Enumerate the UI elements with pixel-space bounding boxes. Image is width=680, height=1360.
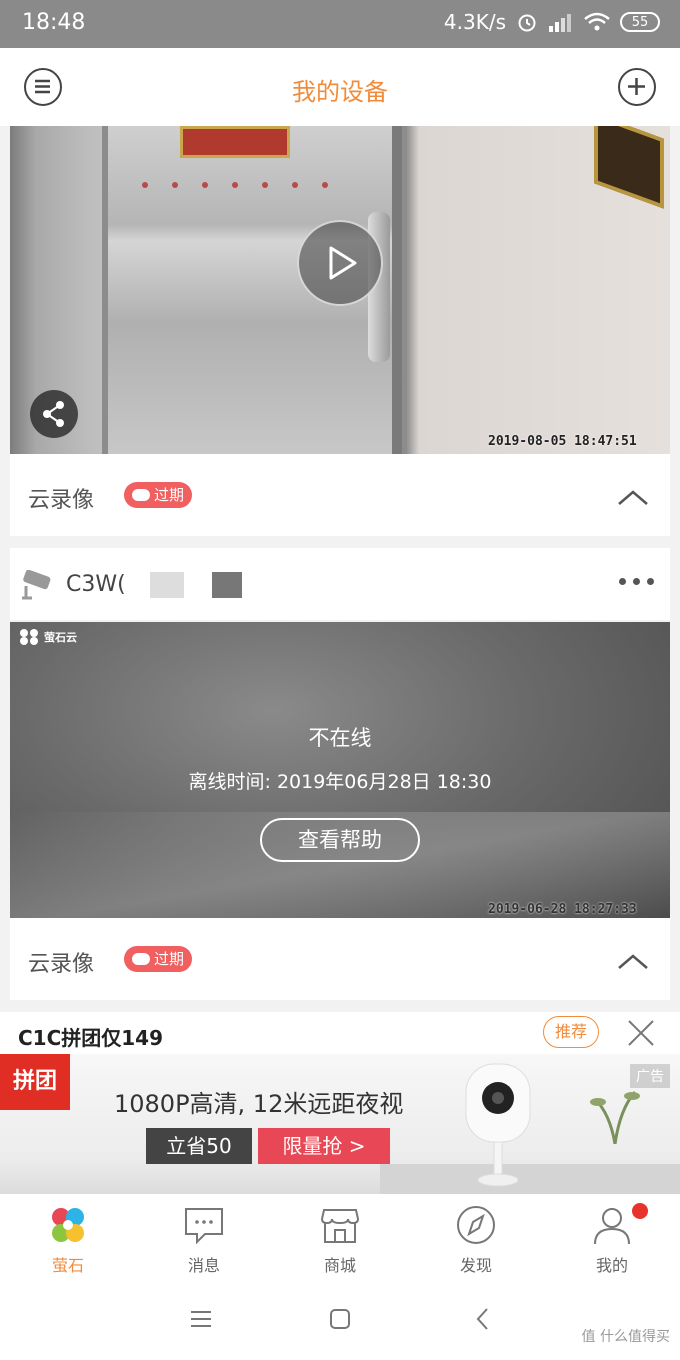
wifi-icon bbox=[584, 12, 610, 31]
more-options-button[interactable] bbox=[619, 578, 654, 585]
cloud-recording-label: 云录像 bbox=[28, 488, 95, 513]
add-device-button[interactable] bbox=[618, 68, 656, 106]
signal-icon bbox=[549, 14, 571, 32]
expired-badge: 过期 bbox=[124, 946, 193, 972]
tab-discover[interactable]: 发现 bbox=[408, 1194, 544, 1278]
store-icon bbox=[320, 1209, 360, 1243]
tab-label: 萤石 bbox=[51, 1256, 84, 1275]
compass-icon bbox=[457, 1206, 495, 1244]
ad-label: 广告 bbox=[630, 1064, 670, 1088]
notification-dot bbox=[632, 1203, 648, 1219]
tab-profile[interactable]: 我的 bbox=[544, 1194, 680, 1278]
camera-icon bbox=[22, 570, 51, 600]
battery-indicator: 55 bbox=[620, 12, 660, 32]
status-time: 18:48 bbox=[22, 10, 86, 35]
ad-title: C1C拼团仅149 bbox=[18, 1026, 164, 1050]
app-header: 我的设备 bbox=[0, 48, 680, 126]
home-icon[interactable] bbox=[327, 1306, 353, 1332]
camera2-timestamp: 2019-06-28 18:27:33 bbox=[488, 902, 637, 917]
message-icon bbox=[185, 1208, 223, 1245]
save-tag: 立省50 bbox=[146, 1128, 252, 1164]
camera2-cloud-recording-row[interactable]: 云录像 过期 bbox=[10, 918, 670, 1000]
tab-label: 发现 bbox=[459, 1256, 492, 1275]
wall-frame bbox=[594, 126, 664, 209]
door-plaque bbox=[180, 126, 290, 158]
share-icon bbox=[43, 401, 64, 427]
ezviz-logo-icon bbox=[20, 629, 38, 645]
recommend-badge: 推荐 bbox=[543, 1016, 599, 1048]
close-ad-icon[interactable] bbox=[626, 1018, 656, 1048]
camera-product-image bbox=[465, 1063, 531, 1187]
tab-label: 我的 bbox=[595, 1256, 628, 1275]
cloud-recording-label: 云录像 bbox=[28, 952, 95, 977]
camera2-device-row[interactable]: C3W( bbox=[10, 548, 670, 620]
limited-buy-button[interactable]: 限量抢 > bbox=[258, 1128, 390, 1164]
offline-time: 离线时间: 2019年06月28日 18:30 bbox=[188, 771, 492, 793]
bottom-tab-bar: 萤石 消息 商城 发现 我的 bbox=[0, 1194, 680, 1278]
watermark-text: 值 什么值得买 bbox=[581, 1329, 670, 1345]
camera1-timestamp: 2019-08-05 18:47:51 bbox=[488, 434, 637, 449]
ezviz-watermark: 萤石云 bbox=[18, 628, 77, 646]
camera1-live-view[interactable]: 2019-08-05 18:47:51 bbox=[10, 126, 670, 454]
tab-store[interactable]: 商城 bbox=[272, 1194, 408, 1278]
tab-messages[interactable]: 消息 bbox=[136, 1194, 272, 1278]
tab-ezviz[interactable]: 萤石 bbox=[0, 1194, 136, 1278]
plant-decoration bbox=[590, 1091, 640, 1144]
page-title: 我的设备 bbox=[292, 78, 388, 106]
ezviz-logo-icon bbox=[52, 1208, 84, 1242]
play-icon bbox=[329, 246, 357, 280]
camera2-live-view[interactable]: 萤石云 不在线 离线时间: 2019年06月28日 18:30 查看帮助 201… bbox=[10, 622, 670, 918]
camera1-cloud-recording-row[interactable]: 云录像 过期 bbox=[10, 454, 670, 536]
ad-banner[interactable]: 拼团 1080P高清, 12米远距夜视 立省50 限量抢 > 广告 bbox=[0, 1054, 680, 1194]
redacted-block bbox=[150, 572, 184, 598]
view-help-button[interactable]: 查看帮助 bbox=[260, 818, 420, 862]
back-icon[interactable] bbox=[470, 1306, 496, 1332]
recent-apps-icon[interactable] bbox=[188, 1306, 214, 1332]
plus-icon bbox=[628, 78, 645, 95]
alarm-icon bbox=[518, 14, 536, 32]
user-icon bbox=[594, 1208, 630, 1245]
tab-label: 消息 bbox=[187, 1256, 220, 1275]
ad-headline: 1080P高清, 12米远距夜视 bbox=[114, 1090, 404, 1118]
status-bar: 18:48 4.3K/s 55 bbox=[0, 0, 680, 48]
ad-section: C1C拼团仅149 推荐 拼团 1080P高清, 12米远距夜视 立省50 限量… bbox=[0, 1012, 680, 1194]
chevron-up-icon[interactable] bbox=[618, 484, 648, 514]
device-name: C3W( bbox=[66, 572, 126, 597]
chevron-up-icon[interactable] bbox=[618, 948, 648, 978]
play-button[interactable] bbox=[297, 220, 383, 306]
expired-badge: 过期 bbox=[124, 482, 193, 508]
offline-status: 不在线 bbox=[308, 726, 372, 750]
network-speed: 4.3K/s bbox=[443, 10, 506, 34]
cloud-icon bbox=[132, 953, 150, 965]
share-button[interactable] bbox=[30, 390, 78, 438]
pinduoduo-logo: 拼团 bbox=[0, 1054, 70, 1110]
redacted-block bbox=[212, 572, 242, 598]
system-nav-bar: 值 什么值得买 bbox=[0, 1278, 680, 1360]
tab-label: 商城 bbox=[323, 1256, 356, 1275]
cloud-icon bbox=[132, 489, 150, 501]
